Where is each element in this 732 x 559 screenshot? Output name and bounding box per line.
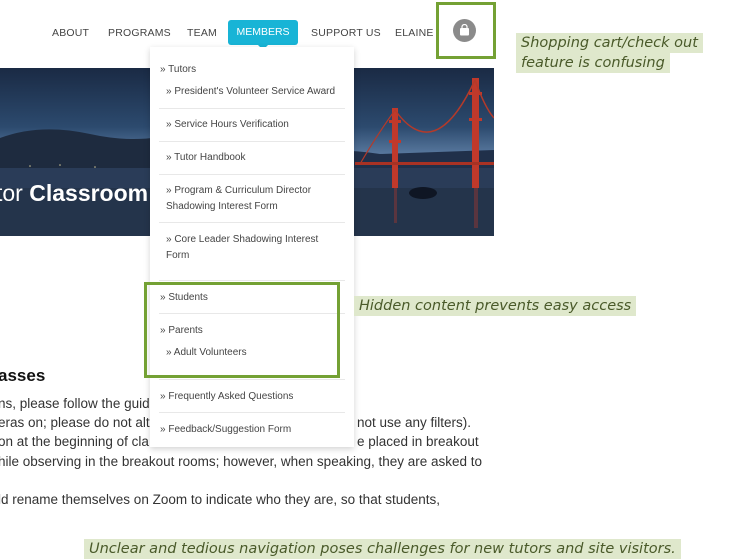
members-dropdown: » Tutors » President's Volunteer Service… [150,47,354,447]
body-text-left-1: ns, please follow the guid [0,396,150,411]
body-text-last: ld rename themselves on Zoom to indicate… [0,492,440,507]
menu-item-tutor-handbook[interactable]: » Tutor Handbook [166,150,346,166]
menu-item-core-leader-form[interactable]: » Core Leader Shadowing Interest Form [166,232,336,263]
cart-highlight-box [436,2,496,59]
menu-item-program-director-form[interactable]: » Program & Curriculum Director Shadowin… [166,183,336,214]
menu-divider [159,174,345,175]
menu-item-tutors[interactable]: » Tutors [160,62,196,78]
menu-divider [159,280,345,281]
body-text-right-2: e placed in breakout [357,434,479,449]
menu-item-volunteer-award[interactable]: » President's Volunteer Service Award [166,84,346,100]
menu-divider [159,222,345,223]
menu-divider [159,412,345,413]
menu-item-faq[interactable]: » Frequently Asked Questions [160,389,293,405]
menu-divider [159,141,345,142]
nav-about[interactable]: ABOUT [52,27,89,39]
menu-item-service-hours[interactable]: » Service Hours Verification [166,117,346,133]
menu-item-feedback-form[interactable]: » Feedback/Suggestion Form [160,422,291,438]
annotation-navigation: Unclear and tedious navigation poses cha… [84,539,681,559]
nav-members[interactable]: MEMBERS [228,20,298,45]
nav-support-us[interactable]: SUPPORT US [311,27,381,39]
body-text-right-1: not use any filters). [357,415,472,430]
nav-elaine[interactable]: ELAINE [395,27,434,39]
section-heading: asses [0,366,46,385]
hidden-content-highlight-box [144,282,340,378]
nav-programs[interactable]: PROGRAMS [108,27,171,39]
body-text-left-4: hile observing in the breakout rooms; ho… [0,454,483,469]
page-title: tor Classroom [0,180,149,206]
annotation-cart-line1: Shopping cart/check out [516,33,703,53]
body-text-left-3: on at the beginning of cla [0,434,149,449]
nav-team[interactable]: TEAM [187,27,217,39]
body-text-left-2: eras on; please do not alt [0,415,150,430]
menu-divider [159,379,345,380]
annotation-hidden-content: Hidden content prevents easy access [354,296,637,316]
menu-divider [159,108,345,109]
annotation-cart-line2: feature is confusing [516,53,670,73]
